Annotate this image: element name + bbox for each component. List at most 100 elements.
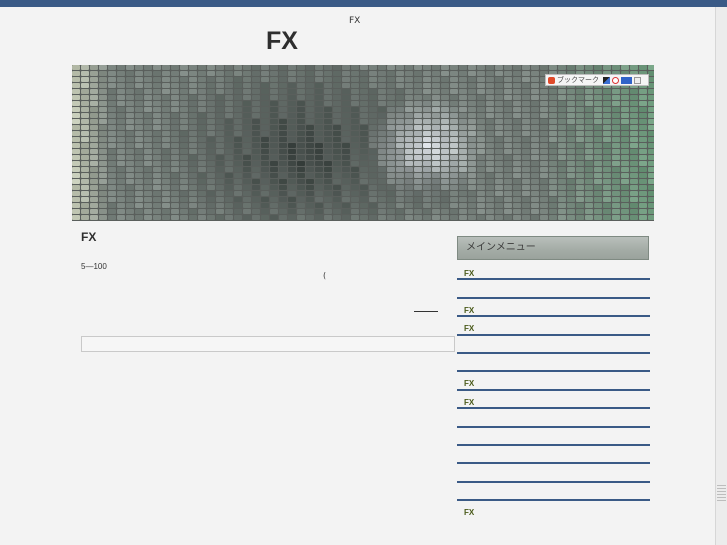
mosaic-tile [189, 137, 197, 142]
sidebar-item-link[interactable]: FX [464, 269, 474, 278]
mosaic-tile [153, 119, 161, 124]
sidebar-item[interactable] [457, 280, 650, 299]
mosaic-tile [441, 197, 449, 202]
mosaic-tile [369, 179, 377, 184]
sidebar-item[interactable] [457, 354, 650, 373]
sidebar-item[interactable]: FX [457, 299, 650, 318]
mosaic-tile [108, 137, 116, 142]
mosaic-tile [207, 149, 215, 154]
sidebar-item[interactable]: FX [457, 317, 650, 336]
post-title[interactable]: FX [81, 230, 96, 244]
mosaic-tile [288, 119, 296, 124]
mosaic-tile [540, 107, 548, 112]
mosaic-tile [144, 191, 152, 196]
mosaic-tile [468, 71, 476, 76]
scrollbar-grip[interactable] [717, 485, 726, 503]
mosaic-tile [558, 215, 566, 220]
mosaic-tile [477, 71, 485, 76]
mosaic-tile [531, 161, 539, 166]
mosaic-tile [117, 149, 125, 154]
mosaic-tile [621, 131, 629, 136]
livedoor-clip-icon[interactable] [621, 76, 632, 84]
mosaic-tile [405, 173, 413, 178]
mosaic-tile [324, 197, 332, 202]
mosaic-tile [594, 161, 602, 166]
mosaic-tile [99, 77, 107, 82]
mosaic-tile [234, 173, 242, 178]
post-body-text: 5—100 [81, 262, 107, 271]
sidebar-item[interactable]: FX [457, 372, 650, 391]
mosaic-tile [261, 125, 269, 130]
social-bookmark-bar[interactable]: ブックマーク [545, 74, 649, 86]
sidebar-item-link[interactable]: FX [464, 306, 474, 315]
mosaic-tile [117, 215, 125, 220]
sidebar-item[interactable] [457, 428, 650, 446]
mosaic-tile [450, 83, 458, 88]
mosaic-tile [153, 197, 161, 202]
mosaic-tile [405, 155, 413, 160]
mosaic-tile [477, 107, 485, 112]
mosaic-tile [243, 89, 251, 94]
mosaic-tile [279, 71, 287, 76]
mosaic-tile [225, 77, 233, 82]
sidebar-item[interactable] [457, 336, 650, 354]
mosaic-tile [333, 167, 341, 172]
sidebar-item-link[interactable]: FX [464, 324, 474, 333]
mosaic-tile [423, 191, 431, 196]
mosaic-tile [279, 179, 287, 184]
site-title[interactable]: FX [266, 27, 298, 56]
mosaic-tile [621, 173, 629, 178]
mosaic-tile [225, 113, 233, 118]
sidebar-item-link[interactable]: FX [464, 379, 474, 388]
mosaic-tile [639, 191, 647, 196]
mosaic-tile [162, 95, 170, 100]
mosaic-tile [135, 149, 143, 154]
mosaic-tile [576, 167, 584, 172]
mosaic-tile [126, 113, 134, 118]
mosaic-tile [477, 197, 485, 202]
mosaic-tile [252, 215, 260, 220]
mosaic-tile [198, 71, 206, 76]
mosaic-tile [414, 161, 422, 166]
sidebar-item[interactable] [457, 446, 650, 465]
mosaic-tile [306, 101, 314, 106]
bookmark-icon[interactable] [548, 76, 555, 84]
mosaic-tile [576, 113, 584, 118]
sidebar-item[interactable] [457, 409, 650, 428]
mosaic-tile [360, 197, 368, 202]
sidebar-item[interactable]: FX [457, 501, 650, 519]
mosaic-tile [540, 197, 548, 202]
mosaic-tile [369, 83, 377, 88]
mosaic-tile [216, 149, 224, 154]
mosaic-tile [441, 101, 449, 106]
mosaic-tile [585, 167, 593, 172]
mosaic-tile [252, 95, 260, 100]
mosaic-tile [522, 131, 530, 136]
mosaic-tile [72, 137, 80, 142]
mosaic-tile [207, 107, 215, 112]
mosaic-tile [243, 143, 251, 148]
sidebar-item[interactable]: FX [457, 262, 650, 281]
mosaic-tile [216, 155, 224, 160]
mosaic-tile [306, 113, 314, 118]
sidebar-item[interactable] [457, 483, 650, 502]
add-icon[interactable] [634, 76, 641, 84]
hatena-icon[interactable] [612, 76, 619, 84]
mosaic-tile [72, 65, 80, 70]
mosaic-tile [225, 65, 233, 70]
mosaic-tile [558, 119, 566, 124]
sidebar-item[interactable] [457, 464, 650, 483]
mosaic-tile [207, 95, 215, 100]
delicious-icon[interactable] [603, 76, 610, 84]
mosaic-tile [189, 71, 197, 76]
sidebar-item-link[interactable]: FX [464, 508, 474, 517]
scrollbar[interactable] [715, 7, 727, 545]
mosaic-tile [126, 161, 134, 166]
sidebar-item-link[interactable]: FX [464, 398, 474, 407]
mosaic-tile [180, 125, 188, 130]
sidebar-item[interactable]: FX [457, 391, 650, 410]
mosaic-tile [531, 167, 539, 172]
mosaic-tile [387, 179, 395, 184]
mosaic-tile [171, 89, 179, 94]
mosaic-tile [144, 137, 152, 142]
